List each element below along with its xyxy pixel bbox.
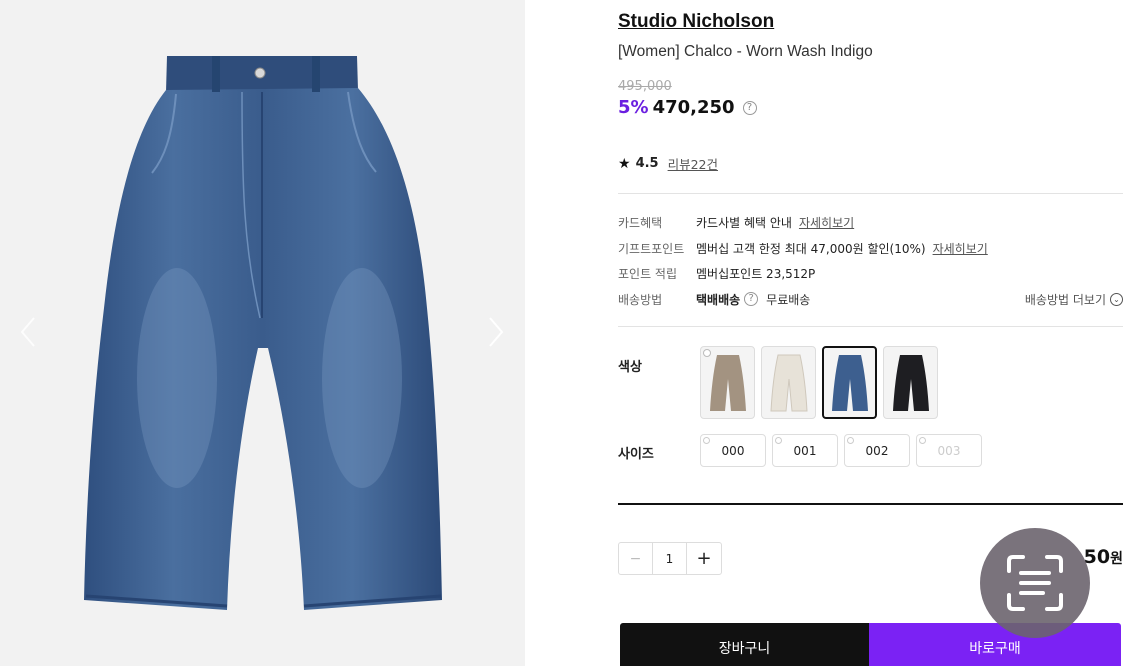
- card-benefit-detail-link[interactable]: 자세히보기: [799, 214, 854, 231]
- shipping-label: 배송방법: [618, 292, 663, 307]
- card-benefit-label: 카드혜택: [618, 215, 663, 230]
- price-help-icon[interactable]: ?: [742, 100, 757, 115]
- color-swatch-black[interactable]: [883, 346, 938, 419]
- size-option-disabled[interactable]: 003: [916, 434, 982, 467]
- shipping-method: 택배배송: [696, 292, 741, 307]
- pants-thumbnail-icon: [892, 354, 929, 411]
- size-option[interactable]: 001: [772, 434, 838, 467]
- star-icon: ★: [618, 155, 631, 172]
- product-name: [Women] Chalco - Worn Wash Indigo: [618, 43, 873, 60]
- point-reward-row: 포인트 적립 멤버십포인트 23,512P: [618, 263, 1123, 283]
- color-swatches: [700, 346, 938, 419]
- prev-image-arrow[interactable]: [16, 314, 40, 350]
- pants-thumbnail-icon: [769, 354, 808, 411]
- rating-value: 4.5: [635, 156, 659, 171]
- total-price: 50원: [1084, 546, 1123, 568]
- size-option[interactable]: 000: [700, 434, 766, 467]
- shipping-help-icon[interactable]: ?: [744, 292, 759, 306]
- color-swatch-ecru[interactable]: [761, 346, 816, 419]
- chevron-left-icon: [20, 317, 35, 347]
- chevron-right-icon: [489, 317, 504, 347]
- shipping-row: 배송방법 택배배송 ? 무료배송 배송방법 더보기 ⌄: [618, 289, 1123, 309]
- scan-floating-button[interactable]: [980, 528, 1090, 638]
- color-swatch-beige[interactable]: [700, 346, 755, 419]
- rating-row: ★ 4.5 리뷰22건: [618, 154, 718, 173]
- pants-thumbnail-icon: [831, 354, 868, 411]
- radio-indicator: [919, 437, 926, 444]
- review-count-link[interactable]: 리뷰22건: [668, 154, 718, 173]
- divider: [618, 326, 1123, 327]
- radio-indicator: [775, 437, 782, 444]
- add-to-cart-button[interactable]: 장바구니: [620, 623, 869, 666]
- currency-unit: 원: [1110, 551, 1123, 567]
- gift-point-row: 기프트포인트 멤버십 고객 한정 최대 47,000원 할인(10%) 자세히보…: [618, 238, 1123, 258]
- gift-point-value: 멤버십 고객 한정 최대 47,000원 할인(10%): [696, 241, 926, 256]
- product-image: [84, 56, 442, 610]
- radio-indicator: [847, 437, 854, 444]
- product-gallery: [0, 0, 525, 666]
- divider: [618, 193, 1123, 194]
- discount-rate: 5%: [618, 97, 649, 118]
- size-options: 000 001 002 003: [700, 434, 982, 467]
- size-option-label: 003: [937, 443, 961, 458]
- quantity-stepper: − 1 +: [618, 542, 722, 575]
- pants-thumbnail-icon: [709, 354, 746, 411]
- quantity-decrease-button[interactable]: −: [619, 543, 653, 574]
- point-reward-value: 멤버십포인트 23,512P: [696, 266, 816, 281]
- color-swatch-indigo[interactable]: [822, 346, 877, 419]
- quantity-value[interactable]: 1: [653, 543, 687, 574]
- scan-text-icon: [1007, 555, 1063, 611]
- divider: [618, 503, 1123, 505]
- size-option-label: 002: [865, 443, 889, 458]
- quantity-increase-button[interactable]: +: [687, 543, 721, 574]
- more-shipping-label: 배송방법 더보기: [1024, 292, 1106, 307]
- size-option-label: 사이즈: [618, 447, 654, 462]
- brand-link[interactable]: Studio Nicholson: [618, 11, 774, 33]
- card-benefit-value: 카드사별 혜택 안내: [696, 215, 792, 230]
- size-option-label: 000: [721, 443, 745, 458]
- card-benefit-row: 카드혜택 카드사별 혜택 안내 자세히보기: [618, 212, 1123, 232]
- total-amount: 50: [1083, 546, 1111, 568]
- gift-point-detail-link[interactable]: 자세히보기: [933, 240, 988, 257]
- point-reward-label: 포인트 적립: [618, 266, 678, 281]
- more-shipping-button[interactable]: 배송방법 더보기 ⌄: [1025, 291, 1123, 308]
- sale-price: 470,250: [652, 97, 735, 118]
- price-row: 5% 470,250 ?: [618, 97, 757, 118]
- gift-point-label: 기프트포인트: [618, 241, 685, 256]
- size-option[interactable]: 002: [844, 434, 910, 467]
- chevron-down-icon: ⌄: [1110, 292, 1123, 306]
- free-shipping-text: 무료배송: [766, 292, 811, 307]
- buy-now-button[interactable]: 바로구매: [869, 623, 1121, 666]
- color-option-label: 색상: [618, 360, 642, 375]
- radio-indicator: [703, 437, 710, 444]
- next-image-arrow[interactable]: [484, 314, 508, 350]
- original-price: 495,000: [618, 79, 672, 94]
- radio-indicator: [703, 349, 711, 357]
- size-option-label: 001: [793, 443, 817, 458]
